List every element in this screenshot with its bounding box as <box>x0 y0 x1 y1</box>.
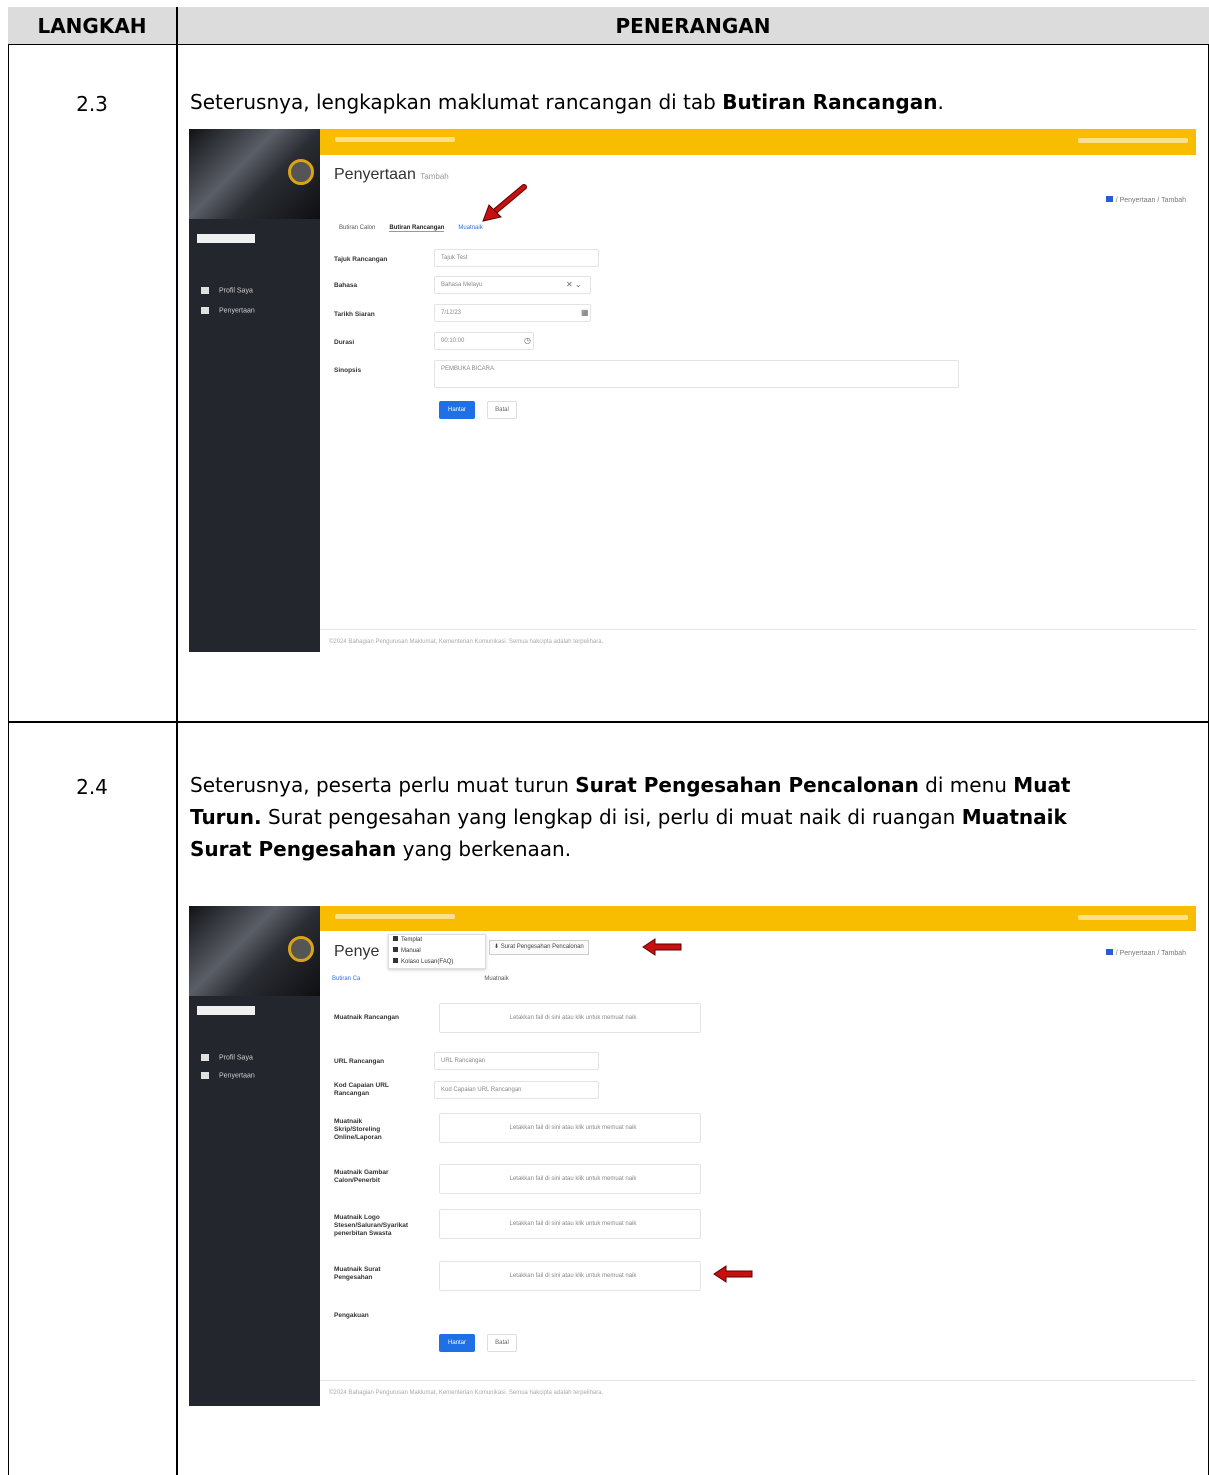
label-tajuk: Tajuk Rancangan <box>334 256 388 263</box>
step-number: 2.3 <box>76 92 108 116</box>
page-title: Penyertaan Tambah <box>334 166 449 183</box>
download-icon: ⬇ <box>494 944 500 950</box>
sidebar: Profil Saya Penyertaan <box>189 906 320 1406</box>
footer-text: ©2024 Bahagian Pengurusan Maklumat, Keme… <box>329 1390 604 1396</box>
user-icon <box>201 1054 209 1061</box>
sidebar-item-profil[interactable]: Profil Saya <box>201 1054 253 1061</box>
label-muatnaik-gambar: Muatnaik Gambar Calon/Penerbit <box>334 1169 389 1184</box>
screenshot-butiran-rancangan: Profil Saya Penyertaan Penyertaan Tambah… <box>189 129 1196 652</box>
label-pengakuan: Pengakuan <box>334 1312 369 1319</box>
top-bar <box>320 906 1196 931</box>
footer-divider <box>320 1380 1196 1381</box>
book-icon <box>393 947 398 952</box>
surat-pengesahan-download[interactable]: ⬇ Surat Pengesahan Pencalonan <box>489 940 589 955</box>
upload-gambar[interactable]: Letakkan fail di sini atau klik untuk me… <box>439 1164 701 1194</box>
clock-icon[interactable]: ◷ <box>524 336 531 345</box>
tab-butiran-calon[interactable]: Butiran Ca <box>332 976 360 982</box>
label-muatnaik-logo: Muatnaik Logo Stesen/Saluran/Syarikat pe… <box>334 1214 409 1237</box>
sidebar: Profil Saya Penyertaan <box>189 129 320 652</box>
footer-text: ©2024 Bahagian Pengurusan Maklumat, Keme… <box>329 639 604 645</box>
durasi-input[interactable]: 00:10:00 <box>434 332 534 350</box>
tab-bar: Butiran Ca Muatnaik <box>332 976 523 982</box>
step-number: 2.4 <box>76 775 108 799</box>
column-divider <box>176 7 178 1475</box>
topbar-right[interactable] <box>1078 915 1188 920</box>
sinopsis-textarea[interactable]: PEMBUKA BICARA <box>434 360 959 388</box>
tab-bar: Butiran Calon Butiran Rancangan Muatnaik <box>339 225 497 232</box>
step-description: Seterusnya, lengkapkan maklumat rancanga… <box>190 90 944 114</box>
label-muatnaik-rancangan: Muatnaik Rancangan <box>334 1014 400 1021</box>
red-arrow-icon <box>642 938 682 956</box>
sun-logo-icon <box>288 936 314 962</box>
footer-divider <box>320 629 1196 630</box>
tab-butiran-rancangan[interactable]: Butiran Rancangan <box>389 225 445 232</box>
breadcrumb[interactable]: / Penyertaan / Tambah <box>1105 196 1186 204</box>
upload-skrip[interactable]: Letakkan fail di sini atau klik untuk me… <box>439 1113 701 1143</box>
batal-button[interactable]: Batal <box>487 1334 517 1352</box>
logo <box>189 906 320 996</box>
user-name-bar <box>197 234 255 243</box>
user-name-bar <box>197 1006 255 1015</box>
breadcrumb[interactable]: / Penyertaan / Tambah <box>1105 949 1186 957</box>
screenshot-muatnaik: Profil Saya Penyertaan Penye / Penyertaa… <box>189 906 1196 1407</box>
sun-logo-icon <box>288 159 314 185</box>
label-muatnaik-skrip: Muatnaik Skrip/Storeling Online/Laporan <box>334 1118 382 1141</box>
tab-muatnaik[interactable]: Muatnaik <box>484 976 508 982</box>
label-kod-capaian: Kod Capaian URL Rancangan <box>334 1082 389 1097</box>
tajuk-input[interactable]: Tajuk Test <box>434 249 599 267</box>
sidebar-item-penyertaan[interactable]: Penyertaan <box>201 1072 255 1079</box>
header-langkah: LANGKAH <box>37 14 147 38</box>
topbar-left[interactable] <box>335 137 455 142</box>
tarikh-input[interactable]: 7/12/23 <box>434 304 591 322</box>
label-url: URL Rancangan <box>334 1058 385 1065</box>
upload-rancangan[interactable]: Letakkan fail di sini atau klik untuk me… <box>439 1003 701 1033</box>
logo <box>189 129 320 219</box>
home-icon <box>1105 949 1113 955</box>
label-bahasa: Bahasa <box>334 282 358 289</box>
tab-muatnaik[interactable]: Muatnaik <box>458 225 482 231</box>
top-bar <box>320 129 1196 155</box>
help-icon <box>393 958 398 963</box>
red-arrow-icon <box>713 1265 753 1283</box>
file-icon <box>393 936 398 941</box>
calendar-icon[interactable]: ▦ <box>581 308 589 317</box>
tab-butiran-calon[interactable]: Butiran Calon <box>339 225 375 231</box>
chevron-down-icon[interactable]: ✕ ⌄ <box>566 280 582 289</box>
step-description: Seterusnya, peserta perlu muat turun Sur… <box>190 773 1071 861</box>
hantar-button[interactable]: Hantar <box>439 1334 475 1352</box>
user-icon <box>201 287 209 294</box>
label-sinopsis: Sinopsis <box>334 367 362 374</box>
dropdown-item-manual[interactable]: Manual <box>389 946 485 957</box>
hantar-button[interactable]: Hantar <box>439 401 475 419</box>
muat-turun-dropdown: Templat Manual Kolaso Lusan(FAQ) <box>388 934 486 969</box>
list-icon <box>201 1072 209 1079</box>
batal-button[interactable]: Batal <box>487 401 517 419</box>
label-muatnaik-surat: Muatnaik Surat Pengesahan <box>334 1266 381 1281</box>
row-separator <box>8 721 1209 723</box>
red-arrow-icon <box>482 184 527 222</box>
kod-capaian-input[interactable]: Kod Capaian URL Rancangan <box>434 1081 599 1099</box>
label-tarikh: Tarikh Siaran <box>334 311 375 318</box>
upload-logo[interactable]: Letakkan fail di sini atau klik untuk me… <box>439 1209 701 1239</box>
label-durasi: Durasi <box>334 339 355 346</box>
url-input[interactable]: URL Rancangan <box>434 1052 599 1070</box>
topbar-left[interactable] <box>335 914 455 919</box>
sidebar-item-profil[interactable]: Profil Saya <box>201 287 253 294</box>
dropdown-item-templat[interactable]: Templat <box>389 935 485 946</box>
dropdown-item-faq[interactable]: Kolaso Lusan(FAQ) <box>389 957 485 968</box>
home-icon <box>1105 196 1113 202</box>
header-penerangan: PENERANGAN <box>615 14 771 38</box>
page-title: Penye <box>334 943 380 960</box>
list-icon <box>201 307 209 314</box>
sidebar-item-penyertaan[interactable]: Penyertaan <box>201 307 255 314</box>
topbar-right[interactable] <box>1078 138 1188 143</box>
upload-surat-pengesahan[interactable]: Letakkan fail di sini atau klik untuk me… <box>439 1261 701 1291</box>
